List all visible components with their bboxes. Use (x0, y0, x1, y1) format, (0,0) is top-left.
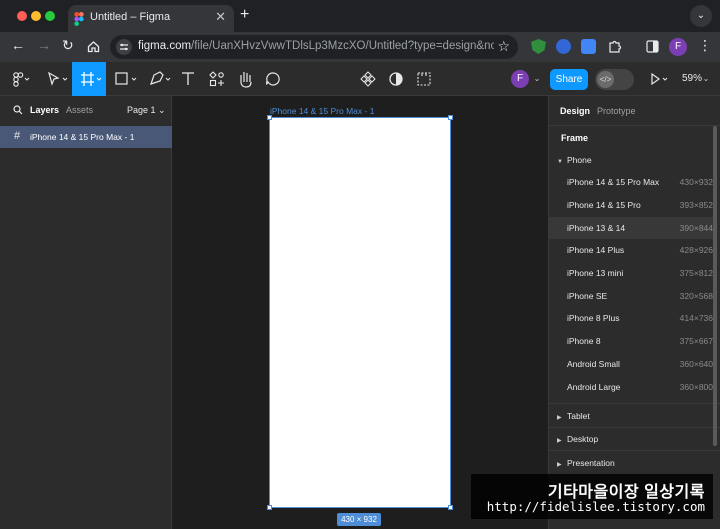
check-extension-icon[interactable] (556, 39, 571, 54)
component-icon[interactable] (357, 62, 379, 96)
resize-handle-bottom-right[interactable] (448, 505, 453, 510)
maximize-window-dot[interactable] (45, 11, 55, 21)
preset-item[interactable]: iPhone 13 & 14 390×844 (549, 217, 713, 239)
reload-icon[interactable]: ↻ (62, 37, 74, 54)
iphone-frame[interactable] (269, 117, 451, 508)
forward-arrow-icon[interactable]: → (37, 37, 51, 53)
preset-item[interactable]: iPhone SE 320×568 (549, 285, 713, 307)
new-tab-button[interactable]: + (240, 6, 249, 24)
home-icon[interactable] (87, 40, 100, 53)
preset-item[interactable]: Android Small 360×640 (549, 353, 713, 375)
design-panel: Design Prototype Frame ▼ Phone iPhone 14 … (548, 96, 720, 529)
frame-label[interactable]: iPhone 14 & 15 Pro Max - 1 (270, 106, 374, 116)
figma-toolbar: F ⌄ Share </> 59% ⌄ (0, 62, 720, 96)
url-text[interactable]: figma.com/file/UanXHvzVwwTDlsLp3MzcXO/Un… (138, 40, 494, 52)
frame-layer-icon: # (14, 130, 21, 142)
main-menu-icon[interactable] (8, 62, 30, 96)
close-window-dot[interactable] (17, 11, 27, 21)
watermark-url: http://fidelislee.tistory.com (486, 499, 705, 514)
extensions-puzzle-icon[interactable] (607, 39, 622, 54)
preset-item[interactable]: iPhone 8 375×667 (549, 330, 713, 352)
dev-mode-code-icon: </> (597, 71, 614, 88)
preset-item[interactable]: iPhone 8 Plus 414×736 (549, 307, 713, 329)
user-avatar[interactable]: F (511, 70, 529, 88)
hand-tool-icon[interactable] (234, 62, 256, 96)
profile-avatar[interactable]: F (669, 38, 687, 56)
tab-title: Untitled – Figma (90, 11, 171, 23)
resize-handle-top-right[interactable] (448, 115, 453, 120)
layer-row[interactable]: # iPhone 14 & 15 Pro Max - 1 (0, 126, 172, 148)
share-button[interactable]: Share (550, 69, 588, 90)
page-selector[interactable]: Page 1 ⌄ (127, 105, 166, 116)
panel-scrollbar[interactable] (713, 126, 717, 446)
group-tablet[interactable]: ▶ Tablet (557, 411, 590, 421)
divider (549, 450, 720, 451)
caret-right-icon: ▶ (557, 438, 562, 444)
caret-down-icon: ▼ (557, 159, 563, 165)
tab-prototype[interactable]: Prototype (597, 106, 636, 116)
divider (549, 125, 720, 126)
resize-handle-bottom-left[interactable] (267, 505, 272, 510)
tab-close-icon[interactable]: ✕ (215, 9, 226, 25)
frame-size-badge: 430 × 932 (337, 513, 381, 526)
preset-item[interactable]: iPhone 14 & 15 Pro 393×852 (549, 194, 713, 216)
preset-item[interactable]: iPhone 13 mini 375×812 (549, 262, 713, 284)
tab-layers[interactable]: Layers (30, 105, 59, 115)
resources-tool-icon[interactable] (207, 62, 227, 96)
divider (549, 427, 720, 428)
divider (549, 403, 720, 404)
mask-icon[interactable] (386, 62, 406, 96)
browser-tab-bar: Untitled – Figma ✕ + ⌄ (0, 0, 720, 32)
browser-menu-icon[interactable]: ⋮ (698, 37, 712, 54)
move-tool-icon[interactable] (44, 62, 70, 96)
pen-tool-icon[interactable] (146, 62, 174, 96)
preset-item[interactable]: Android Large 360×800 (549, 376, 713, 398)
caret-right-icon: ▶ (557, 462, 562, 468)
shield-extension-icon[interactable] (531, 39, 546, 54)
caret-right-icon: ▶ (557, 415, 562, 421)
browser-tab[interactable]: Untitled – Figma ✕ (68, 5, 234, 32)
zoom-level[interactable]: 59% (682, 62, 702, 96)
side-panel-icon[interactable] (646, 40, 659, 53)
users-chevron-down-icon[interactable]: ⌄ (532, 62, 542, 96)
tab-search-button[interactable]: ⌄ (690, 5, 712, 27)
present-play-icon[interactable] (648, 62, 670, 96)
search-icon[interactable] (13, 105, 23, 115)
frame-section-title: Frame (561, 133, 589, 143)
zoom-chevron-down-icon[interactable]: ⌄ (701, 62, 711, 96)
minimize-window-dot[interactable] (31, 11, 41, 21)
frame-tool-button[interactable] (72, 62, 106, 96)
figma-logo-icon (74, 12, 84, 26)
watermark: 기타마을이장 일상기록 http://fidelislee.tistory.co… (471, 474, 713, 519)
back-arrow-icon[interactable]: ← (11, 37, 25, 53)
group-presentation[interactable]: ▶ Presentation (557, 458, 615, 468)
preset-item[interactable]: iPhone 14 & 15 Pro Max 430×932 (549, 171, 713, 193)
comment-tool-icon[interactable] (262, 62, 284, 96)
tab-assets[interactable]: Assets (66, 105, 93, 115)
frame-tool-icon (81, 72, 102, 86)
bookmark-star-icon[interactable]: ☆ (497, 38, 510, 55)
address-bar[interactable]: figma.com/file/UanXHvzVwwTDlsLp3MzcXO/Un… (110, 35, 518, 59)
figma-window: Untitled – Figma ✕ + ⌄ ← → ↻ figma.com/f… (0, 0, 720, 529)
dev-mode-toggle[interactable]: </> (595, 69, 634, 90)
tab-design[interactable]: Design (560, 106, 590, 116)
crop-icon[interactable] (414, 62, 434, 96)
preset-item[interactable]: iPhone 14 Plus 428×926 (549, 239, 713, 261)
group-phone[interactable]: ▼ Phone (557, 155, 592, 165)
resize-handle-top-left[interactable] (267, 115, 272, 120)
layers-panel: Layers Assets Page 1 ⌄ # iPhone 14 & 15 … (0, 96, 172, 529)
text-tool-icon[interactable] (178, 62, 198, 96)
layer-name: iPhone 14 & 15 Pro Max - 1 (30, 132, 135, 142)
site-info-icon[interactable] (116, 39, 132, 55)
left-panel-tabs: Layers Assets Page 1 ⌄ (0, 96, 172, 126)
browser-toolbar: ← → ↻ figma.com/file/UanXHvzVwwTDlsLp3Mz… (0, 32, 720, 62)
rectangle-tool-icon[interactable] (112, 62, 140, 96)
group-desktop[interactable]: ▶ Desktop (557, 434, 598, 444)
translate-extension-icon[interactable] (581, 39, 596, 54)
